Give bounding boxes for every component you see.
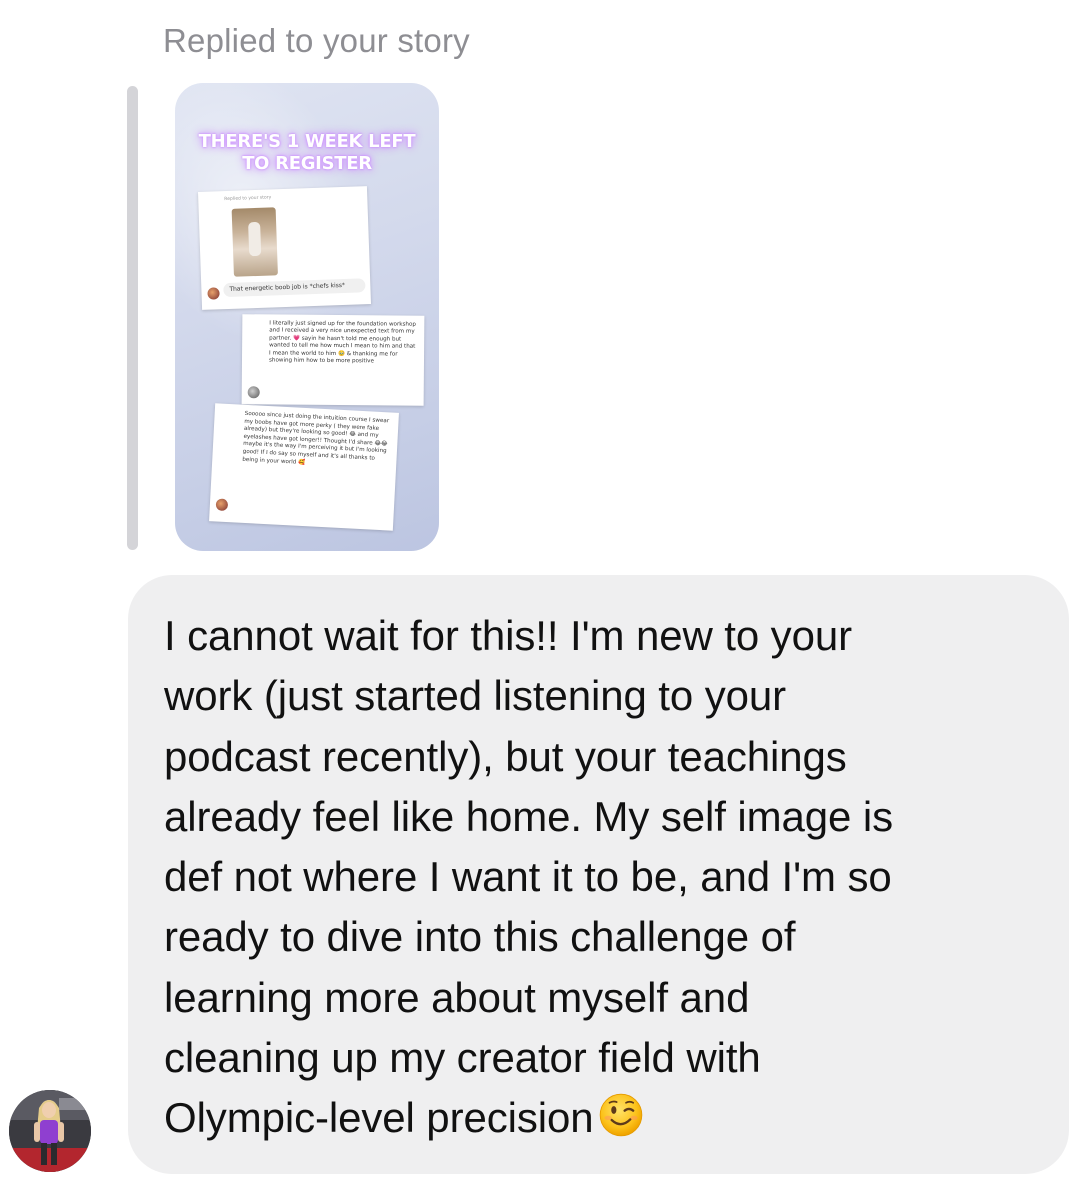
sender-avatar[interactable]: [9, 1090, 91, 1172]
mini-avatar: [207, 287, 220, 300]
mini-avatar: [247, 386, 260, 399]
mini-story-photo: [231, 207, 278, 277]
story-screenshot-card: Replied to your story That energetic boo…: [197, 186, 372, 310]
mini-message-text: I literally just signed up for the found…: [268, 320, 416, 365]
winking-face-emoji-icon: [599, 1094, 642, 1137]
mini-message-text: Sooooo since just doing the intuition co…: [242, 410, 390, 466]
story-headline: THERE'S 1 WEEK LEFT TO REGISTER: [198, 131, 416, 174]
quote-bar: [127, 86, 138, 550]
mini-message-bubble: That energetic boob job is *chefs kiss*: [223, 278, 366, 298]
message-bubble[interactable]: I cannot wait for this!! I'm new to your…: [128, 575, 1069, 1174]
mini-reply-label: Replied to your story: [224, 195, 272, 203]
reply-header-label: Replied to your story: [163, 22, 470, 59]
story-screenshot-card: I literally just signed up for the found…: [241, 314, 425, 406]
message-text: I cannot wait for this!! I'm new to your…: [164, 612, 893, 1142]
profile-photo-icon: [9, 1090, 91, 1172]
story-thumbnail[interactable]: THERE'S 1 WEEK LEFT TO REGISTER Replied …: [175, 83, 439, 551]
mini-avatar: [215, 498, 229, 512]
story-screenshot-card: Sooooo since just doing the intuition co…: [209, 403, 399, 531]
